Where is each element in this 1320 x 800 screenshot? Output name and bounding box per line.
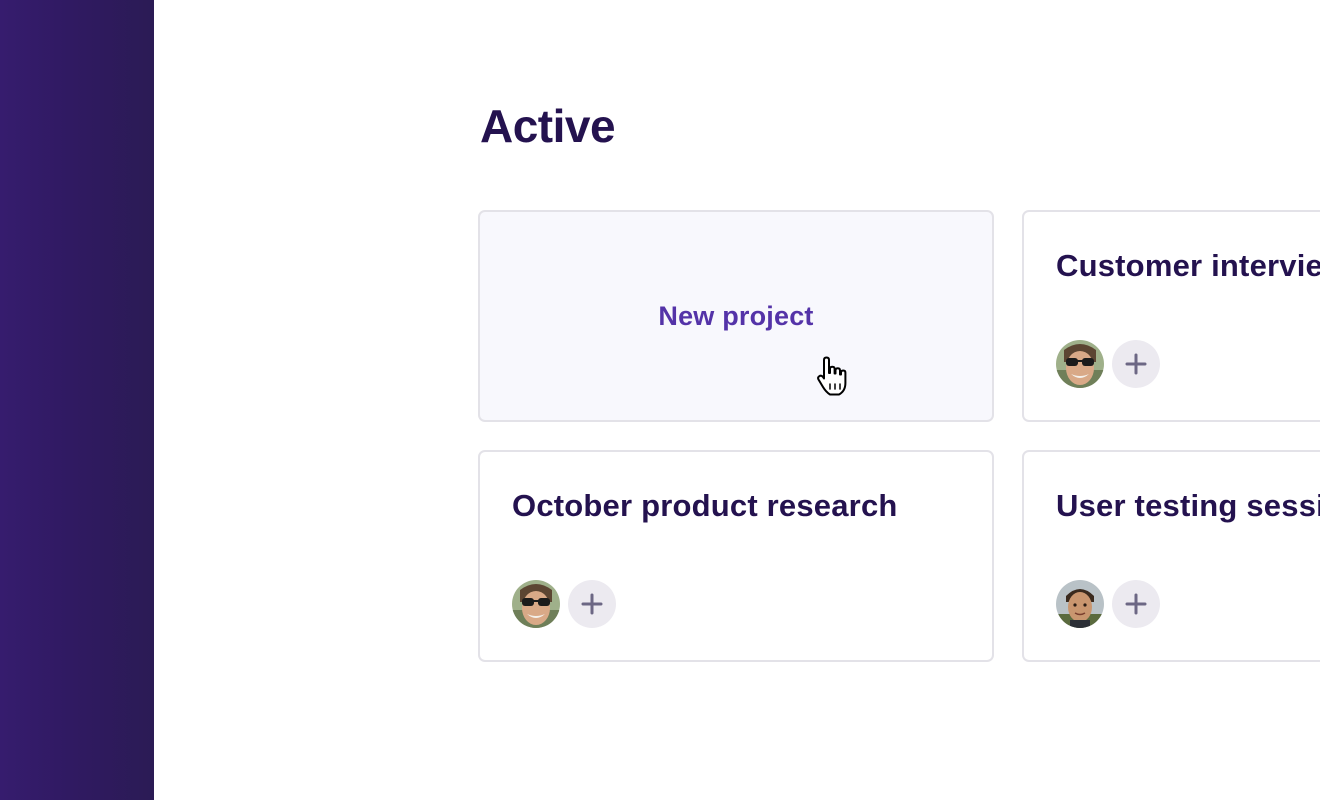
plus-icon (581, 593, 603, 615)
add-member-button[interactable] (1112, 340, 1160, 388)
app-window: Active New project Customer interviews (0, 0, 1320, 800)
avatar[interactable] (1056, 580, 1104, 628)
project-card-customer-interviews[interactable]: Customer interviews (1022, 210, 1320, 422)
project-title: October product research (512, 488, 898, 523)
main-content: Active New project Customer interviews (154, 0, 1320, 800)
project-title: User testing sessions (1056, 488, 1320, 523)
section-title: Active (480, 100, 616, 152)
avatar[interactable] (1056, 340, 1104, 388)
sidebar (0, 0, 154, 800)
project-card-user-testing-sessions[interactable]: User testing sessions (1022, 450, 1320, 662)
plus-icon (1125, 353, 1147, 375)
new-project-label: New project (658, 300, 814, 331)
new-project-card[interactable]: New project (478, 210, 994, 422)
plus-icon (1125, 593, 1147, 615)
avatar[interactable] (512, 580, 560, 628)
add-member-button[interactable] (568, 580, 616, 628)
project-members (512, 580, 616, 628)
project-title: Customer interviews (1056, 248, 1320, 283)
project-members (1056, 580, 1160, 628)
project-members (1056, 340, 1160, 388)
project-card-october-product-research[interactable]: October product research (478, 450, 994, 662)
add-member-button[interactable] (1112, 580, 1160, 628)
